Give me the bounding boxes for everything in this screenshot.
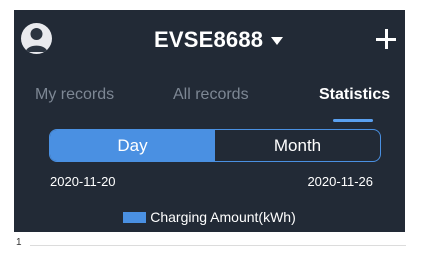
plus-icon[interactable]: [376, 29, 396, 49]
period-segmented-control: Day Month: [49, 129, 381, 162]
legend-label: Charging Amount(kWh): [150, 209, 296, 225]
month-toggle-button[interactable]: Month: [215, 130, 380, 161]
app-header: EVSE8688: [14, 10, 405, 66]
station-selector[interactable]: EVSE8688: [154, 27, 284, 52]
user-avatar-icon[interactable]: [21, 23, 52, 54]
charger-app-screen: EVSE8688 My records All records Statisti…: [14, 10, 405, 232]
chart-legend: Charging Amount(kWh): [14, 208, 405, 226]
chart-area: 1: [0, 232, 421, 254]
tab-statistics[interactable]: Statistics: [319, 86, 390, 104]
tab-all-records[interactable]: All records: [173, 86, 249, 104]
tab-my-records[interactable]: My records: [35, 86, 114, 104]
legend-swatch: [123, 211, 147, 223]
caret-down-icon: [271, 37, 284, 45]
chart-gridline: [30, 245, 406, 246]
day-toggle-button[interactable]: Day: [50, 130, 215, 161]
records-tabs: My records All records Statistics: [14, 82, 405, 127]
y-axis-tick-top: 1: [16, 237, 22, 248]
start-date[interactable]: 2020-11-20: [50, 174, 116, 189]
date-range: 2020-11-20 2020-11-26: [14, 174, 405, 194]
end-date[interactable]: 2020-11-26: [307, 174, 373, 189]
active-tab-indicator: [333, 119, 373, 122]
station-name: EVSE8688: [154, 27, 264, 52]
